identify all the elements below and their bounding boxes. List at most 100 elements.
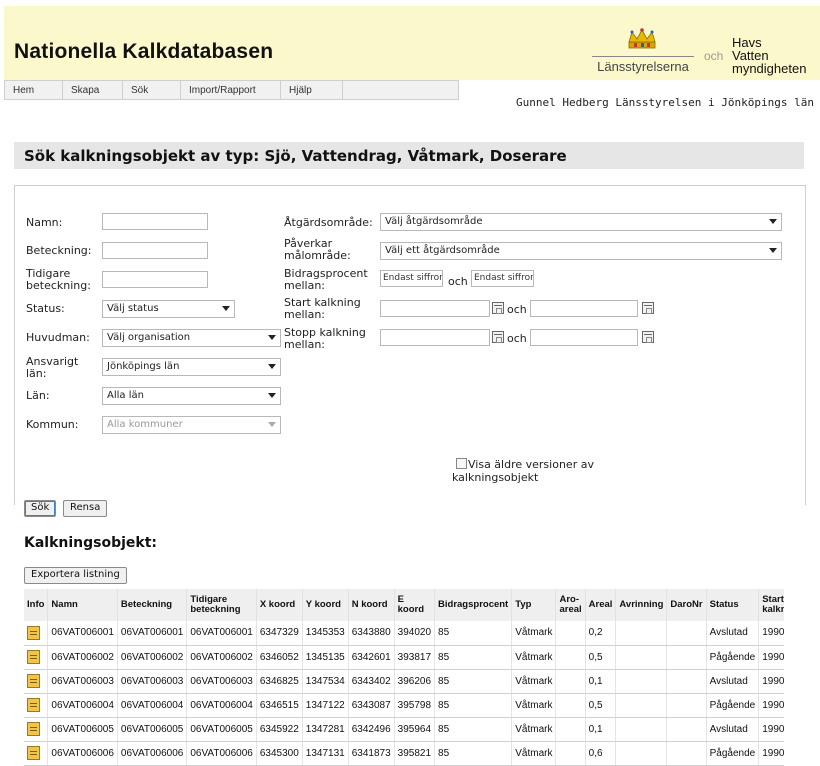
- table-cell: 06VAT006006: [186, 741, 257, 766]
- tidigare-beteckning-input[interactable]: [102, 271, 208, 288]
- column-header[interactable]: Bidragsprocent: [434, 589, 513, 621]
- visa-aldre-checkbox[interactable]: [456, 458, 467, 469]
- document-info-icon[interactable]: [27, 722, 40, 736]
- lan-select[interactable]: Alla län: [102, 387, 281, 405]
- results-table-container[interactable]: Info Namn Beteckning Tidigare beteckning X k…: [24, 589, 784, 766]
- info-cell[interactable]: [24, 645, 49, 670]
- nav-item-hem[interactable]: Hem: [5, 81, 63, 99]
- beteckning-input[interactable]: [102, 242, 208, 259]
- column-header[interactable]: Beteckning: [117, 589, 188, 621]
- table-cell: [615, 669, 668, 694]
- table-cell: 1345353: [302, 621, 349, 646]
- site-header: Nationella Kalkdatabasen Länsstyrelserna…: [4, 6, 820, 80]
- table-cell: Avslutad: [706, 669, 760, 694]
- document-info-icon[interactable]: [27, 674, 40, 688]
- document-info-icon[interactable]: [27, 746, 40, 760]
- table-cell: 6343402: [348, 669, 395, 694]
- table-cell: 85: [434, 717, 513, 742]
- app-title: Nationella Kalkdatabasen: [14, 40, 274, 63]
- havs-line-3: myndigheten: [732, 61, 807, 76]
- start-kalkning-to-input[interactable]: [530, 300, 638, 317]
- atgardsomrade-select[interactable]: Välj åtgärdsområde: [380, 213, 782, 231]
- table-row[interactable]: 06VAT006005 06VAT006005 06VAT006005 6345922…: [24, 717, 784, 742]
- table-cell: [555, 717, 586, 742]
- table-row[interactable]: 06VAT006004 06VAT006004 06VAT006004 6346515…: [24, 693, 784, 718]
- table-row[interactable]: 06VAT006001 06VAT006001 06VAT006001 6347329…: [24, 621, 784, 646]
- paverkar-malomrade-select[interactable]: Välj ett åtgärdsområde: [380, 242, 782, 260]
- stopp-kalkning-label: Stopp kalkning mellan:: [284, 327, 366, 351]
- calendar-icon[interactable]: [492, 331, 504, 343]
- column-header[interactable]: E koord: [394, 589, 436, 621]
- column-header[interactable]: Tidigare beteckning: [186, 589, 257, 621]
- table-cell: 6346825: [256, 669, 303, 694]
- column-header[interactable]: X koord: [256, 589, 303, 621]
- sok-button[interactable]: Sök: [24, 500, 57, 517]
- column-header[interactable]: Namn: [47, 589, 118, 621]
- column-header[interactable]: Start kalkning: [758, 589, 784, 621]
- info-cell[interactable]: [24, 621, 49, 646]
- column-header[interactable]: Status: [706, 589, 760, 621]
- table-cell: 06VAT006006: [47, 741, 118, 766]
- info-cell[interactable]: [24, 693, 49, 718]
- table-cell: Våtmark: [511, 669, 557, 694]
- bidragsprocent-from-input[interactable]: Endast siffror: [380, 270, 443, 287]
- table-row[interactable]: 06VAT006006 06VAT006006 06VAT006006 6345300…: [24, 741, 784, 766]
- table-cell: 0,1: [585, 717, 617, 742]
- table-cell: 06VAT006004: [117, 693, 188, 718]
- table-cell: Avslutad: [706, 717, 760, 742]
- table-cell: 1347281: [302, 717, 349, 742]
- rensa-button[interactable]: Rensa: [63, 500, 108, 517]
- start-label-line2: mellan:: [284, 308, 326, 321]
- calendar-icon[interactable]: [642, 302, 654, 314]
- kommun-select[interactable]: Alla kommuner: [102, 416, 281, 434]
- export-button[interactable]: Exportera listning: [24, 567, 127, 584]
- start-kalkning-label: Start kalkning mellan:: [284, 297, 361, 321]
- stopp-kalkning-to-input[interactable]: [530, 329, 638, 346]
- chevron-down-icon: [769, 248, 777, 253]
- info-cell[interactable]: [24, 741, 49, 766]
- column-header[interactable]: DaroNr: [666, 589, 707, 621]
- info-cell[interactable]: [24, 717, 49, 742]
- huvudman-select-value: Välj organisation: [107, 332, 191, 343]
- table-cell: Pågående: [706, 645, 760, 670]
- calendar-icon[interactable]: [492, 302, 504, 314]
- table-cell: Våtmark: [511, 621, 557, 646]
- calendar-icon[interactable]: [642, 331, 654, 343]
- table-cell: 6341873: [348, 741, 395, 766]
- info-cell[interactable]: [24, 669, 49, 694]
- column-header[interactable]: Aro-areal: [555, 589, 586, 621]
- stopp-kalkning-from-input[interactable]: [380, 329, 490, 346]
- table-cell: 6345300: [256, 741, 303, 766]
- nav-item-skapa[interactable]: Skapa: [63, 81, 123, 99]
- lansstyrelserna-logo[interactable]: Länsstyrelserna: [588, 28, 698, 78]
- table-cell: [666, 669, 707, 694]
- main-nav: Hem Skapa Sök Import/Rapport Hjälp: [4, 80, 459, 100]
- column-header[interactable]: Avrinning: [615, 589, 668, 621]
- start-kalkning-from-input[interactable]: [380, 300, 490, 317]
- table-cell: 06VAT006001: [47, 621, 118, 646]
- table-row[interactable]: 06VAT006002 06VAT006002 06VAT006002 6346052…: [24, 645, 784, 670]
- namn-input[interactable]: [102, 213, 208, 230]
- bidragsprocent-to-input[interactable]: Endast siffror: [471, 270, 534, 287]
- document-info-icon[interactable]: [27, 698, 40, 712]
- status-select[interactable]: Välj status: [102, 300, 235, 318]
- nav-item-import-rapport[interactable]: Import/Rapport: [181, 81, 281, 99]
- document-info-icon[interactable]: [27, 650, 40, 664]
- column-header[interactable]: Info: [24, 589, 49, 621]
- table-cell: 0,5: [585, 693, 617, 718]
- column-header[interactable]: Y koord: [302, 589, 349, 621]
- table-cell: 6342601: [348, 645, 395, 670]
- table-body: 06VAT006001 06VAT006001 06VAT006001 6347329…: [24, 621, 784, 766]
- nav-item-sok[interactable]: Sök: [123, 81, 181, 99]
- column-header[interactable]: Typ: [511, 589, 557, 621]
- column-header[interactable]: Areal: [585, 589, 617, 621]
- table-row[interactable]: 06VAT006003 06VAT006003 06VAT006003 6346825…: [24, 669, 784, 694]
- huvudman-select[interactable]: Välj organisation: [102, 329, 281, 347]
- column-header[interactable]: N koord: [348, 589, 395, 621]
- ansvarigt-lan-select[interactable]: Jönköpings län: [102, 358, 281, 376]
- havsochvatten-logo[interactable]: Havs Vatten myndigheten: [732, 36, 806, 75]
- nav-item-hjalp[interactable]: Hjälp: [281, 81, 343, 99]
- table-cell: 6343880: [348, 621, 395, 646]
- document-info-icon[interactable]: [27, 625, 40, 640]
- bidrag-label-line2: mellan:: [284, 279, 326, 292]
